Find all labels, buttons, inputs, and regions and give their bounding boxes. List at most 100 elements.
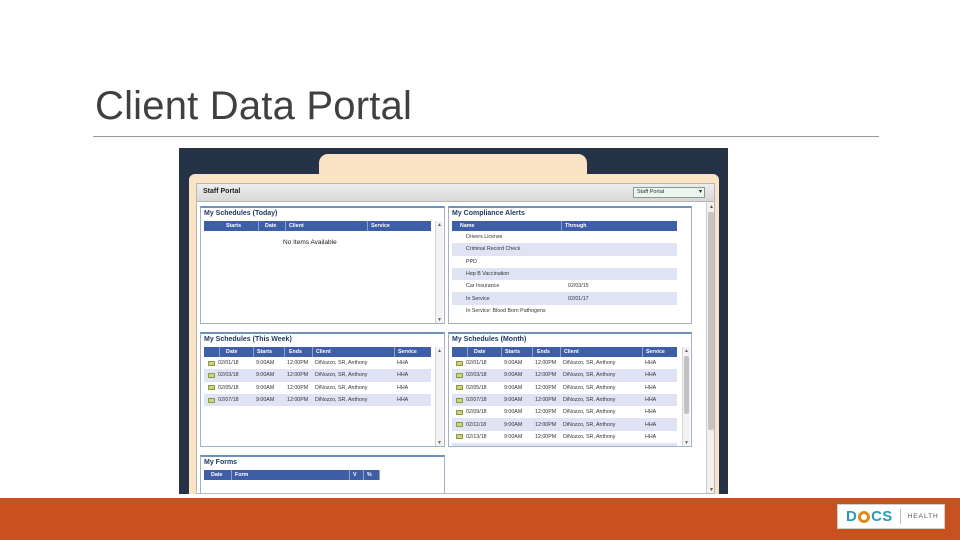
logo-circle-icon — [858, 510, 871, 523]
column-header[interactable]: Name — [452, 221, 562, 231]
cell-through: 02/01/17 — [568, 295, 589, 302]
table-row[interactable]: 02/01/18 9:00AM 12:00PM DiNozzo, SR, Anthon… — [204, 357, 431, 369]
cell-service: HHA — [397, 384, 409, 391]
scroll-down-icon[interactable]: ▼ — [437, 440, 442, 446]
logo-wordmark: D CS — [846, 508, 893, 525]
table-row[interactable]: 02/07/18 9:00AM 12:00PM DiNozzo, SR, Anthon… — [204, 393, 431, 407]
table-row[interactable]: 02/07/18 9:00AM 12:00PM DiNozzo, SR, Anthon… — [452, 393, 677, 407]
portal-selector-value: Staff Portal — [637, 189, 665, 195]
schedule-item-icon[interactable] — [456, 397, 463, 403]
column-header[interactable]: Starts — [204, 221, 259, 231]
schedule-item-icon[interactable] — [208, 397, 215, 403]
portal-header-bar: Staff Portal Staff Portal ▾ — [197, 184, 714, 202]
table-row[interactable]: 02/05/18 9:00AM 12:00PM DiNozzo, SR, Anthon… — [204, 382, 431, 394]
cell-ends: 12:00PM — [535, 372, 557, 379]
table-row[interactable]: Car Insurance 02/03/15 — [452, 280, 677, 292]
table-row[interactable]: Hep B Vaccination — [452, 267, 677, 281]
panel-forms: My Forms Date Form V % — [200, 455, 445, 493]
schedule-item-icon[interactable] — [456, 409, 463, 415]
logo-letter: D — [846, 508, 858, 525]
column-header[interactable]: Form — [232, 470, 350, 480]
schedule-item-icon[interactable] — [456, 372, 463, 378]
column-header[interactable]: Date — [468, 347, 502, 357]
scroll-up-icon[interactable]: ▲ — [709, 204, 714, 210]
table-row[interactable]: 02/13/18 9:00AM 12:00PM DiNozzo, SR, Anthon… — [452, 431, 677, 443]
schedule-item-icon[interactable] — [208, 372, 215, 378]
table-row[interactable]: 02/01/18 9:00AM 12:00PM DiNozzo, SR, Anthon… — [452, 357, 677, 369]
cell-name: Criminal Record Check — [466, 246, 521, 253]
cell-date: 02/07/18 — [218, 397, 239, 404]
scroll-down-icon[interactable]: ▼ — [437, 317, 442, 323]
cell-starts: 9:00AM — [504, 360, 523, 367]
empty-message: No Items Available — [283, 239, 337, 246]
scroll-up-icon[interactable]: ▲ — [437, 222, 442, 228]
column-header[interactable]: Date — [204, 470, 232, 480]
scroll-up-icon[interactable]: ▲ — [437, 348, 442, 354]
panel-scrollbar[interactable]: ▲ ▼ — [682, 347, 690, 446]
scroll-up-icon[interactable]: ▲ — [684, 348, 689, 354]
cell-service: HHA — [397, 372, 409, 379]
table-row[interactable]: PPD — [452, 256, 677, 268]
schedule-item-icon[interactable] — [456, 385, 463, 391]
table-row[interactable]: 02/15/189:00AM12:00PMDiNozzo, SR, Anthon… — [452, 443, 677, 447]
portal-selector-dropdown[interactable]: Staff Portal ▾ — [633, 187, 705, 198]
table-row[interactable]: 02/05/18 9:00AM 12:00PM DiNozzo, SR, Anthon… — [452, 382, 677, 394]
scroll-thumb[interactable] — [684, 356, 689, 414]
table-row[interactable]: 02/09/18 9:00AM 12:00PM DiNozzo, SR, Anthon… — [452, 406, 677, 418]
column-header[interactable]: Starts — [502, 347, 533, 357]
table-row[interactable]: In Service 02/01/17 — [452, 292, 677, 305]
cell-client: DiNozzo, SR, Anthony — [563, 372, 616, 379]
table-row[interactable]: 02/03/18 9:00AM 12:00PM DiNozzo, SR, Anthon… — [452, 369, 677, 382]
panel-scrollbar[interactable]: ▲ ▼ — [435, 347, 443, 446]
column-header[interactable]: Date — [259, 221, 286, 231]
table-header: Name Through — [452, 221, 677, 231]
cell-client: DiNozzo, SR, Anthony — [315, 397, 368, 404]
column-header[interactable]: V — [350, 470, 364, 480]
cell-client: DiNozzo, SR, Anthony — [563, 409, 616, 416]
cell-ends: 12:00PM — [287, 397, 309, 404]
cell-starts: 9:00AM — [256, 372, 275, 379]
column-header[interactable]: % — [364, 470, 380, 480]
cell-starts: 9:00AM — [504, 409, 523, 416]
cell-client: DiNozzo, SR, Anthony — [563, 433, 616, 440]
table-row[interactable]: Drivers License — [452, 231, 677, 243]
column-header[interactable]: Service — [368, 221, 431, 231]
cell-service: HHA — [397, 397, 409, 404]
column-header[interactable]: Ends — [533, 347, 561, 357]
portal-scrollbar[interactable]: ▲ ▼ — [706, 202, 714, 493]
cell-client: DiNozzo, SR, Anthony — [560, 446, 642, 447]
column-header[interactable]: Client — [561, 347, 643, 357]
cell-service: HHA — [397, 360, 409, 367]
column-header[interactable]: Service — [395, 347, 431, 357]
cell-ends: 12:00PM — [535, 409, 557, 416]
schedule-item-icon[interactable] — [456, 360, 463, 366]
table-header: Starts Date Client Service — [204, 221, 431, 231]
panel-scrollbar[interactable]: ▲ ▼ — [435, 221, 443, 323]
column-header[interactable]: Client — [313, 347, 395, 357]
table-row[interactable]: 02/11/18 9:00AM 12:00PM DiNozzo, SR, Anthon… — [452, 418, 677, 431]
schedule-item-icon[interactable] — [208, 385, 215, 391]
cell-ends: 12:00PM — [287, 360, 309, 367]
table-row[interactable]: Criminal Record Check — [452, 243, 677, 256]
column-header[interactable]: Through — [562, 221, 677, 231]
docs-health-logo: D CS HEALTH — [837, 504, 945, 529]
schedule-item-icon[interactable] — [456, 434, 463, 440]
panel-schedules-month: My Schedules (Month) Date Starts Ends Cl… — [448, 332, 692, 447]
cell-service: HHA — [645, 384, 657, 391]
column-header[interactable]: Client — [286, 221, 368, 231]
compliance-table-body: Drivers License Criminal Record Check PPD H… — [452, 231, 677, 323]
table-row[interactable]: 02/03/18 9:00AM 12:00PM DiNozzo, SR, Anthon… — [204, 369, 431, 382]
cell-client: DiNozzo, SR, Anthony — [563, 384, 616, 391]
panel-schedules-week: My Schedules (This Week) Date Starts End… — [200, 332, 445, 447]
column-header[interactable]: Date — [220, 347, 254, 357]
column-header[interactable]: Ends — [285, 347, 313, 357]
column-header[interactable]: Service — [643, 347, 677, 357]
cell-starts: 9:00AM — [504, 421, 523, 428]
scroll-thumb[interactable] — [708, 212, 714, 430]
schedule-item-icon[interactable] — [456, 422, 463, 428]
table-row[interactable]: In Service: Blood Born Pathogens — [452, 305, 677, 317]
schedule-item-icon[interactable] — [208, 360, 215, 366]
scroll-down-icon[interactable]: ▼ — [709, 487, 714, 493]
column-header[interactable]: Starts — [254, 347, 285, 357]
scroll-down-icon[interactable]: ▼ — [684, 440, 689, 446]
